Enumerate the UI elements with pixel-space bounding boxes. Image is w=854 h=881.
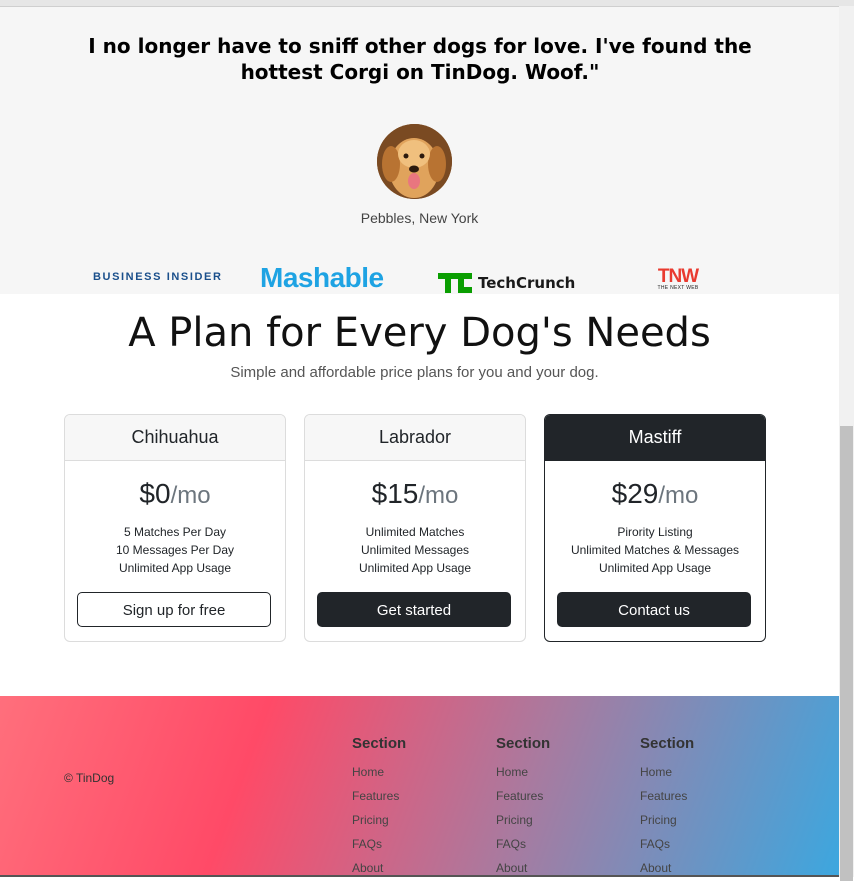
get-started-button[interactable]: Get started	[317, 592, 511, 627]
plan-price-amount: $15	[371, 478, 419, 509]
footer-column-2: Section Home Features Pricing FAQs About	[496, 734, 550, 880]
plan-price-period: /mo	[418, 482, 459, 509]
footer-link-home[interactable]: Home	[352, 760, 406, 784]
golden-retriever-icon	[377, 124, 452, 199]
plan-feature: 10 Messages Per Day	[115, 543, 235, 557]
plan-price: $0/mo	[65, 477, 285, 511]
footer-column-1: Section Home Features Pricing FAQs About	[352, 734, 406, 880]
pricing-subtitle: Simple and affordable price plans for yo…	[230, 364, 599, 381]
footer-link-features[interactable]: Features	[352, 784, 406, 808]
browser-top-edge	[0, 0, 854, 7]
footer-copyright: © TinDog	[64, 771, 115, 785]
sign-up-free-button[interactable]: Sign up for free	[77, 592, 271, 627]
footer: © TinDog Section Home Features Pricing F…	[0, 696, 839, 877]
techcrunch-logo: TechCrunch	[438, 271, 575, 295]
plan-name: Labrador	[305, 415, 525, 461]
scrollbar-thumb[interactable]	[840, 426, 853, 881]
footer-link-faqs[interactable]: FAQs	[640, 832, 694, 856]
footer-link-home[interactable]: Home	[640, 760, 694, 784]
footer-link-faqs[interactable]: FAQs	[496, 832, 550, 856]
techcrunch-wordmark: TechCrunch	[478, 274, 576, 292]
footer-link-features[interactable]: Features	[496, 784, 550, 808]
footer-link-home[interactable]: Home	[496, 760, 550, 784]
footer-column-3: Section Home Features Pricing FAQs About	[640, 734, 694, 880]
scrollbar-track[interactable]	[839, 6, 854, 881]
plan-price-amount: $29	[611, 478, 659, 509]
plan-card-labrador: Labrador $15/mo Unlimited Matches Unlimi…	[304, 414, 526, 642]
footer-link-faqs[interactable]: FAQs	[352, 832, 406, 856]
footer-column-heading: Section	[352, 735, 407, 752]
plan-features: Pirority Listing Unlimited Matches & Mes…	[545, 523, 765, 577]
footer-column-heading: Section	[496, 735, 551, 752]
footer-link-pricing[interactable]: Pricing	[640, 808, 694, 832]
contact-us-button[interactable]: Contact us	[557, 592, 751, 627]
pricing-title: A Plan for Every Dog's Needs	[128, 310, 711, 356]
plan-name: Chihuahua	[65, 415, 285, 461]
plan-feature: Unlimited Matches	[365, 525, 465, 539]
plan-price-period: /mo	[170, 482, 211, 509]
plan-card-mastiff: Mastiff $29/mo Pirority Listing Unlimite…	[544, 414, 766, 642]
plan-features: Unlimited Matches Unlimited Messages Unl…	[305, 523, 525, 577]
plan-feature: 5 Matches Per Day	[123, 525, 227, 539]
mashable-logo: Mashable	[260, 262, 384, 293]
tnw-wordmark: TNW	[657, 266, 699, 287]
techcrunch-mark-icon	[438, 273, 472, 293]
plan-price: $29/mo	[545, 477, 765, 511]
plan-feature: Unlimited App Usage	[598, 561, 712, 575]
footer-link-features[interactable]: Features	[640, 784, 694, 808]
tnw-logo: TNW THE NEXT WEB	[651, 266, 705, 292]
business-insider-logo: BUSINESS INSIDER	[93, 271, 223, 283]
testimonial-quote: I no longer have to sniff other dogs for…	[88, 34, 752, 84]
footer-link-pricing[interactable]: Pricing	[496, 808, 550, 832]
testimonial-author: Pebbles, New York	[360, 210, 479, 226]
dog-avatar-image	[377, 124, 452, 199]
plan-feature: Pirority Listing	[617, 525, 693, 539]
tnw-tagline: THE NEXT WEB	[657, 285, 699, 291]
plan-feature: Unlimited Matches & Messages	[570, 543, 740, 557]
footer-link-pricing[interactable]: Pricing	[352, 808, 406, 832]
testimonial-section: I no longer have to sniff other dogs for…	[0, 7, 839, 294]
plan-feature: Unlimited Messages	[360, 543, 470, 557]
plan-price-period: /mo	[658, 482, 699, 509]
plan-name: Mastiff	[545, 415, 765, 461]
plan-features: 5 Matches Per Day 10 Messages Per Day Un…	[65, 523, 285, 577]
plan-card-chihuahua: Chihuahua $0/mo 5 Matches Per Day 10 Mes…	[64, 414, 286, 642]
plan-feature: Unlimited App Usage	[358, 561, 472, 575]
footer-column-heading: Section	[640, 735, 695, 752]
plan-price: $15/mo	[305, 477, 525, 511]
plan-price-amount: $0	[139, 478, 171, 509]
plan-feature: Unlimited App Usage	[118, 561, 232, 575]
